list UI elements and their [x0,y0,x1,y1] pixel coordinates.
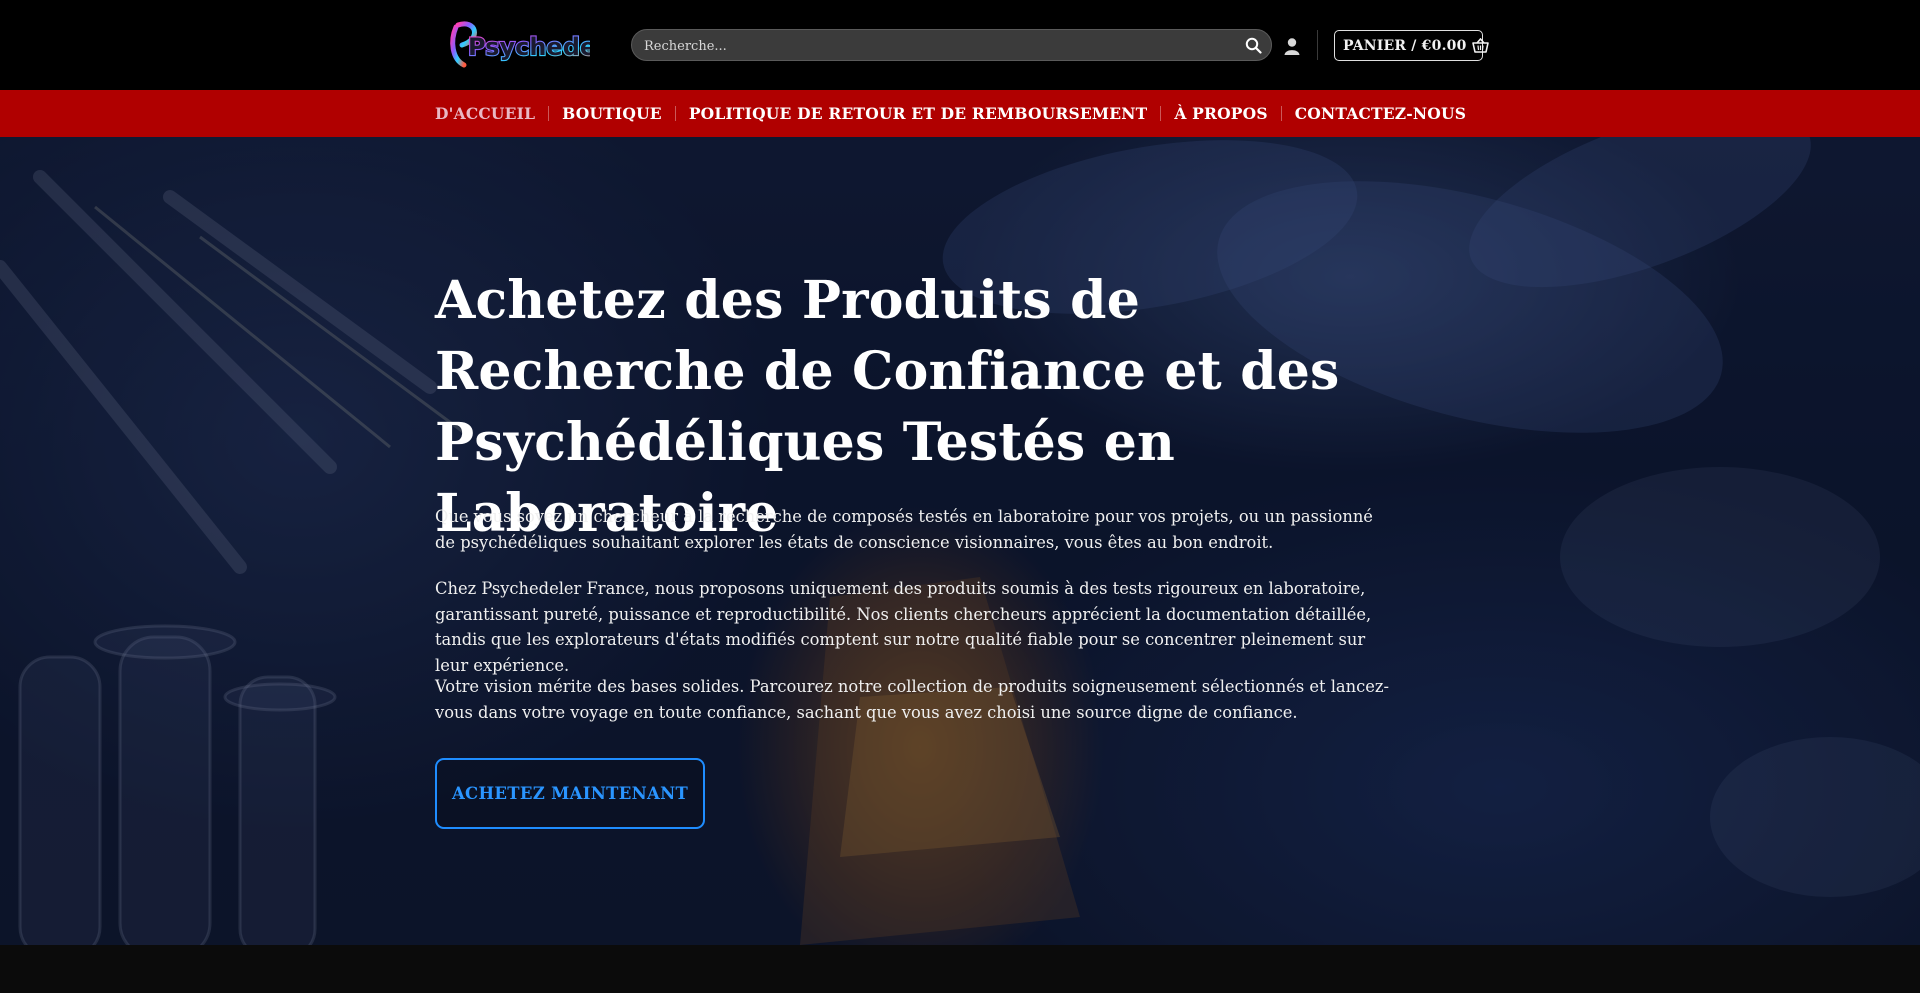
hero-paragraph: Que vous soyez un chercheur à la recherc… [435,507,1373,552]
hero-section: Achetez des Produits de Recherche de Con… [0,137,1920,945]
nav-divider [674,106,676,121]
search-bar [631,29,1272,62]
header-divider [1317,30,1318,60]
search-input[interactable] [642,30,1236,62]
nav-divider [1280,106,1282,121]
nav-item-about[interactable]: À PROPOS [1174,104,1267,123]
nav-item-refund-policy[interactable]: POLITIQUE DE RETOUR ET DE REMBOURSEMENT [689,104,1148,123]
nav-divider [1160,106,1162,121]
basket-icon [1471,37,1489,53]
search-icon[interactable] [1243,35,1263,55]
hero-paragraph: Chez Psychedeler France, nous proposons … [435,579,1372,675]
cart-button[interactable]: PANIER / €0.00 [1334,30,1489,61]
site-logo[interactable]: Psychedeli [446,17,614,73]
cart-label: PANIER / €0.00 [1343,37,1467,54]
nav-item-shop[interactable]: BOUTIQUE [562,104,662,123]
shop-now-button[interactable]: ACHETEZ MAINTENANT [435,758,705,829]
nav-item-contact[interactable]: CONTACTEZ-NOUS [1295,104,1466,123]
hero-paragraph: Votre vision mérite des bases solides. P… [435,677,1389,722]
logo-text: Psychedeli [468,33,590,61]
page-bottom [0,945,1920,993]
user-icon[interactable] [1282,36,1302,56]
nav-item-home[interactable]: D'ACCUEIL [435,104,535,123]
main-navigation: D'ACCUEIL BOUTIQUE POLITIQUE DE RETOUR E… [0,90,1920,137]
nav-divider [548,106,550,121]
site-header: Psychedeli PANIER / €0.00 [0,0,1920,90]
